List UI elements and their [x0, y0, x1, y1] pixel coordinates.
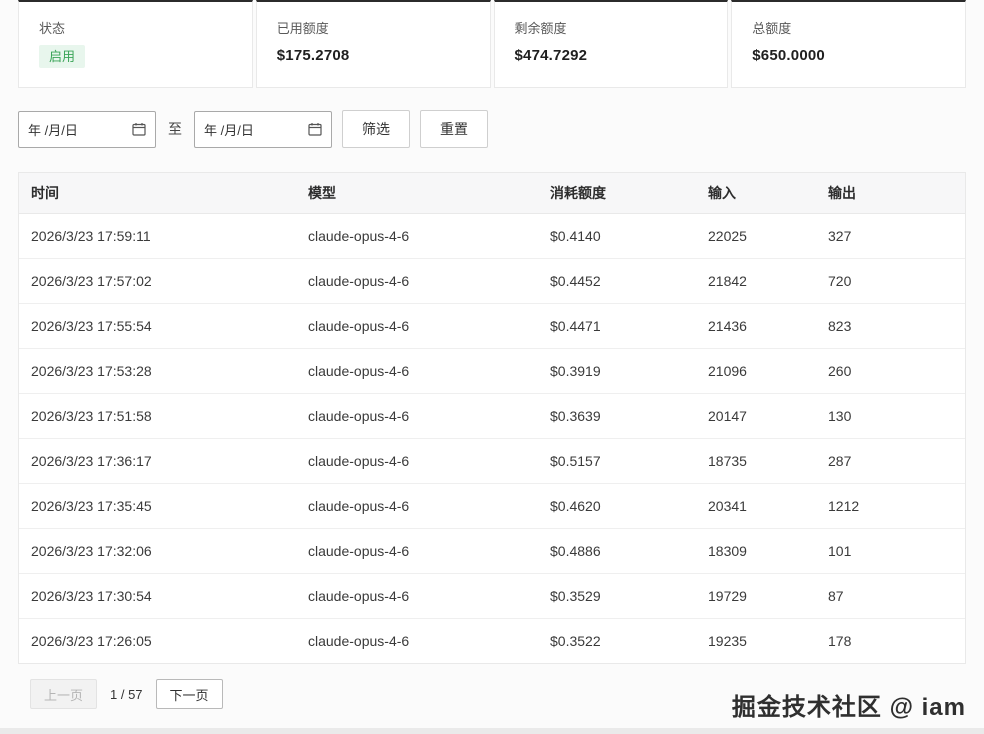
- cell-input: 18309: [696, 528, 816, 573]
- cell-time: 2026/3/23 17:57:02: [19, 258, 296, 303]
- prev-page-button[interactable]: 上一页: [30, 679, 97, 709]
- cell-time: 2026/3/23 17:59:11: [19, 213, 296, 258]
- cell-model: claude-opus-4-6: [296, 303, 538, 348]
- cell-input: 21842: [696, 258, 816, 303]
- cell-input: 19235: [696, 618, 816, 663]
- cell-cost: $0.4452: [538, 258, 696, 303]
- stat-value-remaining-quota: $474.7292: [515, 47, 708, 64]
- calendar-icon[interactable]: [132, 122, 146, 136]
- stat-label-total-quota: 总额度: [752, 18, 945, 37]
- cell-cost: $0.4140: [538, 213, 696, 258]
- cell-model: claude-opus-4-6: [296, 393, 538, 438]
- table-row: 2026/3/23 17:32:06 claude-opus-4-6 $0.48…: [19, 528, 965, 573]
- end-date-placeholder: 年 /月/日: [204, 120, 254, 139]
- stat-card-used-quota: 已用额度 $175.2708: [256, 0, 491, 88]
- table-header-row: 时间 模型 消耗额度 输入 输出: [19, 173, 965, 213]
- cell-time: 2026/3/23 17:32:06: [19, 528, 296, 573]
- stat-label-status: 状态: [39, 18, 232, 37]
- cell-time: 2026/3/23 17:36:17: [19, 438, 296, 483]
- bottom-edge: [0, 728, 984, 734]
- cell-output: 130: [816, 393, 965, 438]
- table-row: 2026/3/23 17:35:45 claude-opus-4-6 $0.46…: [19, 483, 965, 528]
- cell-output: 287: [816, 438, 965, 483]
- col-header-output: 输出: [816, 173, 965, 213]
- cell-cost: $0.3522: [538, 618, 696, 663]
- stat-cards-row: 状态 启用 已用额度 $175.2708 剩余额度 $474.7292 总额度 …: [18, 0, 966, 88]
- cell-cost: $0.3639: [538, 393, 696, 438]
- date-range-to-label: 至: [168, 119, 182, 139]
- cell-cost: $0.3919: [538, 348, 696, 393]
- end-date-input[interactable]: 年 /月/日: [194, 111, 332, 148]
- cell-output: 823: [816, 303, 965, 348]
- col-header-cost: 消耗额度: [538, 173, 696, 213]
- cell-time: 2026/3/23 17:35:45: [19, 483, 296, 528]
- filter-button[interactable]: 筛选: [342, 110, 410, 148]
- usage-table: 时间 模型 消耗额度 输入 输出 2026/3/23 17:59:11 clau…: [18, 172, 966, 664]
- cell-model: claude-opus-4-6: [296, 528, 538, 573]
- table-row: 2026/3/23 17:36:17 claude-opus-4-6 $0.51…: [19, 438, 965, 483]
- cell-cost: $0.4471: [538, 303, 696, 348]
- cell-model: claude-opus-4-6: [296, 213, 538, 258]
- table-row: 2026/3/23 17:53:28 claude-opus-4-6 $0.39…: [19, 348, 965, 393]
- cell-cost: $0.4886: [538, 528, 696, 573]
- stat-label-used-quota: 已用额度: [277, 18, 470, 37]
- stat-card-status: 状态 启用: [18, 0, 253, 88]
- cell-input: 19729: [696, 573, 816, 618]
- stat-value-used-quota: $175.2708: [277, 47, 470, 64]
- table-row: 2026/3/23 17:26:05 claude-opus-4-6 $0.35…: [19, 618, 965, 663]
- cell-output: 87: [816, 573, 965, 618]
- cell-model: claude-opus-4-6: [296, 438, 538, 483]
- cell-cost: $0.5157: [538, 438, 696, 483]
- cell-model: claude-opus-4-6: [296, 258, 538, 303]
- cell-model: claude-opus-4-6: [296, 483, 538, 528]
- cell-time: 2026/3/23 17:51:58: [19, 393, 296, 438]
- table-row: 2026/3/23 17:59:11 claude-opus-4-6 $0.41…: [19, 213, 965, 258]
- start-date-input[interactable]: 年 /月/日: [18, 111, 156, 148]
- cell-time: 2026/3/23 17:55:54: [19, 303, 296, 348]
- stat-card-remaining-quota: 剩余额度 $474.7292: [494, 0, 729, 88]
- start-date-placeholder: 年 /月/日: [28, 120, 78, 139]
- filter-row: 年 /月/日 至 年 /月/日 筛选: [18, 110, 966, 148]
- table-row: 2026/3/23 17:51:58 claude-opus-4-6 $0.36…: [19, 393, 965, 438]
- stat-value-total-quota: $650.0000: [752, 47, 945, 64]
- cell-output: 260: [816, 348, 965, 393]
- col-header-model: 模型: [296, 173, 538, 213]
- col-header-time: 时间: [19, 173, 296, 213]
- cell-time: 2026/3/23 17:30:54: [19, 573, 296, 618]
- cell-input: 21436: [696, 303, 816, 348]
- cell-input: 18735: [696, 438, 816, 483]
- table-row: 2026/3/23 17:55:54 claude-opus-4-6 $0.44…: [19, 303, 965, 348]
- table-row: 2026/3/23 17:30:54 claude-opus-4-6 $0.35…: [19, 573, 965, 618]
- cell-output: 1212: [816, 483, 965, 528]
- reset-button[interactable]: 重置: [420, 110, 488, 148]
- cell-input: 20147: [696, 393, 816, 438]
- stat-label-remaining-quota: 剩余额度: [515, 18, 708, 37]
- cell-output: 178: [816, 618, 965, 663]
- cell-time: 2026/3/23 17:53:28: [19, 348, 296, 393]
- cell-cost: $0.3529: [538, 573, 696, 618]
- cell-model: claude-opus-4-6: [296, 348, 538, 393]
- cell-output: 327: [816, 213, 965, 258]
- cell-model: claude-opus-4-6: [296, 573, 538, 618]
- next-page-button[interactable]: 下一页: [156, 679, 223, 709]
- stat-card-total-quota: 总额度 $650.0000: [731, 0, 966, 88]
- cell-input: 21096: [696, 348, 816, 393]
- cell-time: 2026/3/23 17:26:05: [19, 618, 296, 663]
- cell-cost: $0.4620: [538, 483, 696, 528]
- cell-input: 20341: [696, 483, 816, 528]
- table-row: 2026/3/23 17:57:02 claude-opus-4-6 $0.44…: [19, 258, 965, 303]
- status-badge: 启用: [39, 45, 85, 68]
- cell-model: claude-opus-4-6: [296, 618, 538, 663]
- watermark-text: 掘金技术社区 @ iam: [732, 687, 966, 722]
- usage-dashboard-page: 状态 启用 已用额度 $175.2708 剩余额度 $474.7292 总额度 …: [0, 0, 984, 734]
- cell-input: 22025: [696, 213, 816, 258]
- cell-output: 720: [816, 258, 965, 303]
- col-header-input: 输入: [696, 173, 816, 213]
- cell-output: 101: [816, 528, 965, 573]
- calendar-icon[interactable]: [308, 122, 322, 136]
- page-indicator: 1 / 57: [110, 687, 143, 702]
